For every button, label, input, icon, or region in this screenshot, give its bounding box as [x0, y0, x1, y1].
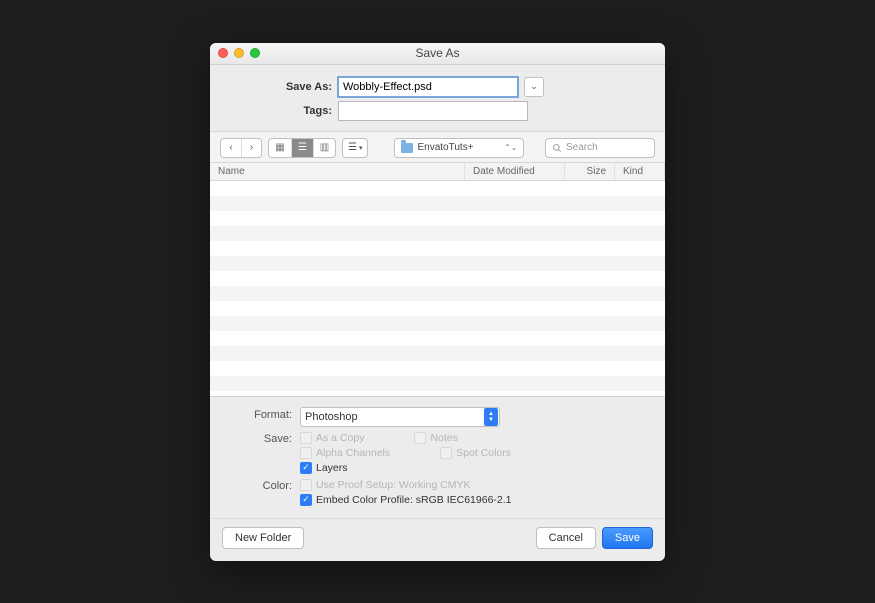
- nav-history: ‹ ›: [220, 138, 262, 158]
- group-by-button[interactable]: ☰ ▾: [342, 138, 368, 158]
- updown-caret-icon: ⌃⌄: [504, 143, 517, 152]
- use-proof-checkbox[interactable]: Use Proof Setup: Working CMYK: [300, 479, 512, 491]
- save-as-dialog: Save As Save As: ⌄ Tags: ‹ › ▦ ☰ ▥ ☰ ▾: [210, 43, 665, 561]
- zoom-window-icon[interactable]: [250, 48, 260, 58]
- forward-button[interactable]: ›: [241, 139, 261, 157]
- search-icon: [552, 143, 562, 153]
- file-list[interactable]: [210, 181, 665, 396]
- window-title: Save As: [210, 46, 665, 60]
- tags-input[interactable]: [338, 101, 528, 121]
- saveas-input[interactable]: [338, 77, 518, 97]
- save-options: Format: Photoshop ▲▼ Save: As a Copy Not…: [210, 396, 665, 518]
- window-controls: [218, 48, 260, 58]
- column-view-button[interactable]: ▥: [313, 139, 335, 157]
- updown-arrows-icon: ▲▼: [484, 408, 498, 426]
- format-select[interactable]: Photoshop ▲▼: [300, 407, 500, 427]
- folder-icon: [401, 143, 413, 153]
- chevron-down-icon: ▾: [359, 144, 363, 152]
- column-size[interactable]: Size: [565, 163, 615, 180]
- column-date[interactable]: Date Modified: [465, 163, 565, 180]
- list-view-button[interactable]: ☰: [291, 139, 313, 157]
- location-popup[interactable]: EnvatoTuts+ ⌃⌄: [394, 138, 524, 158]
- save-button[interactable]: Save: [602, 527, 653, 549]
- browser-toolbar: ‹ › ▦ ☰ ▥ ☰ ▾ EnvatoTuts+ ⌃⌄ Search: [210, 131, 665, 163]
- spot-colors-checkbox[interactable]: Spot Colors: [440, 447, 511, 459]
- dialog-footer: New Folder Cancel Save: [210, 518, 665, 561]
- new-folder-button[interactable]: New Folder: [222, 527, 304, 549]
- close-window-icon[interactable]: [218, 48, 228, 58]
- location-name: EnvatoTuts+: [417, 142, 500, 153]
- format-value: Photoshop: [305, 411, 484, 423]
- group-icon: ☰: [348, 142, 357, 153]
- tags-label: Tags:: [210, 105, 338, 117]
- search-input[interactable]: Search: [545, 138, 655, 158]
- alpha-channels-checkbox[interactable]: Alpha Channels: [300, 447, 390, 459]
- view-mode-segment: ▦ ☰ ▥: [268, 138, 336, 158]
- embed-profile-checkbox[interactable]: ✓Embed Color Profile: sRGB IEC61966-2.1: [300, 494, 512, 506]
- titlebar: Save As: [210, 43, 665, 65]
- minimize-window-icon[interactable]: [234, 48, 244, 58]
- color-options-label: Color:: [210, 478, 300, 492]
- back-button[interactable]: ‹: [221, 139, 241, 157]
- save-options-label: Save:: [210, 431, 300, 445]
- column-headers: Name Date Modified Size Kind: [210, 163, 665, 181]
- saveas-label: Save As:: [210, 81, 338, 93]
- notes-checkbox[interactable]: Notes: [414, 432, 457, 444]
- column-name[interactable]: Name: [210, 163, 465, 180]
- icon-view-button[interactable]: ▦: [269, 139, 291, 157]
- save-as-form: Save As: ⌄ Tags:: [210, 65, 665, 131]
- expand-dialog-button[interactable]: ⌄: [524, 77, 544, 97]
- as-a-copy-checkbox[interactable]: As a Copy: [300, 432, 364, 444]
- layers-checkbox[interactable]: ✓Layers: [300, 462, 511, 474]
- column-kind[interactable]: Kind: [615, 163, 665, 180]
- format-label: Format:: [210, 407, 300, 421]
- chevron-down-icon: ⌄: [530, 81, 538, 92]
- cancel-button[interactable]: Cancel: [536, 527, 596, 549]
- search-placeholder: Search: [566, 142, 598, 153]
